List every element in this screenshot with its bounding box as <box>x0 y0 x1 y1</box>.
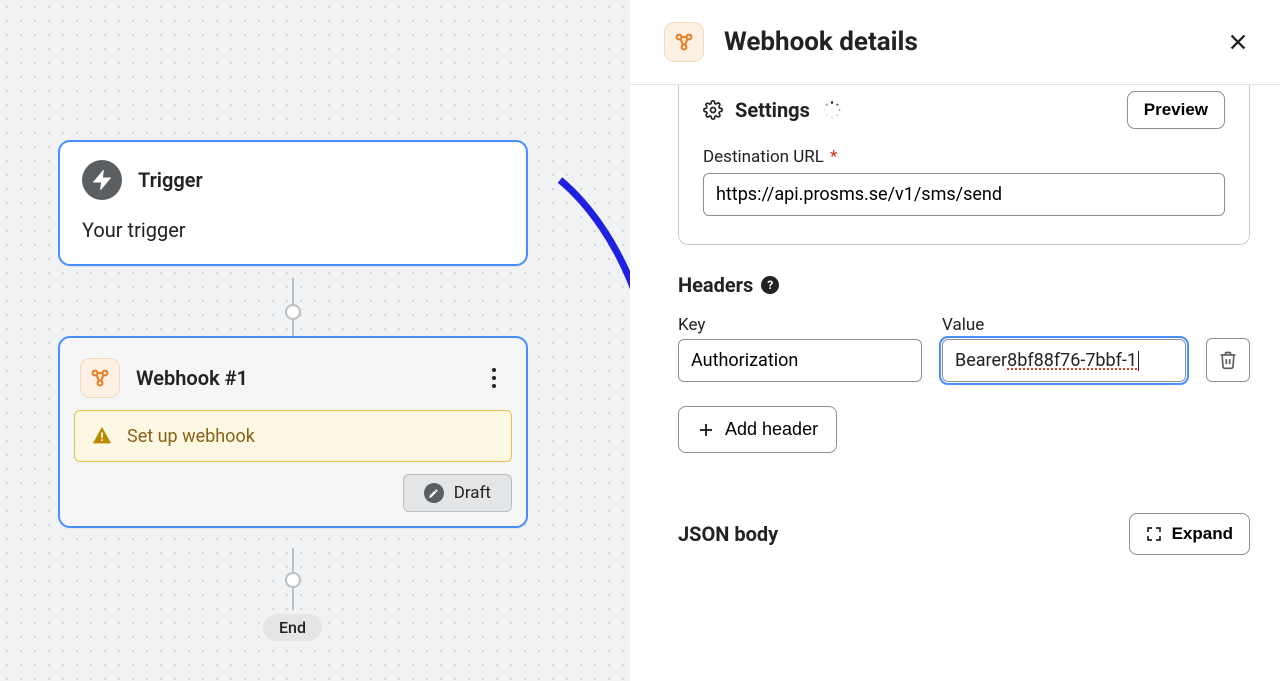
warning-icon <box>91 425 113 447</box>
loading-icon <box>822 100 842 120</box>
plus-icon <box>697 421 715 439</box>
webhook-node[interactable]: Webhook #1 Set up webhook Draft <box>58 336 528 528</box>
delete-header-button[interactable] <box>1206 338 1250 382</box>
headers-heading: Headers <box>678 273 753 297</box>
help-icon[interactable]: ? <box>761 276 779 294</box>
trash-icon <box>1218 350 1238 370</box>
webhook-title: Webhook #1 <box>136 366 248 390</box>
header-key-input[interactable] <box>678 339 922 382</box>
destination-url-input[interactable] <box>703 173 1225 216</box>
flow-canvas[interactable]: Trigger Your trigger Webhook #1 <box>0 0 630 681</box>
panel-title: Webhook details <box>724 27 918 57</box>
json-body-heading: JSON body <box>678 522 778 546</box>
webhook-icon <box>664 22 704 62</box>
expand-button[interactable]: Expand <box>1129 513 1250 555</box>
trigger-subtitle: Your trigger <box>82 218 504 242</box>
lightning-icon <box>82 160 122 200</box>
pencil-icon <box>424 483 444 503</box>
preview-button[interactable]: Preview <box>1127 91 1225 129</box>
expand-icon <box>1146 526 1162 542</box>
kebab-menu-icon[interactable] <box>482 364 506 392</box>
setup-warning: Set up webhook <box>74 410 512 462</box>
destination-url-label: Destination URL* <box>703 147 1225 167</box>
warning-text: Set up webhook <box>127 426 255 447</box>
gear-icon <box>703 100 723 120</box>
connector-dot <box>285 304 301 320</box>
draft-label: Draft <box>454 483 491 503</box>
end-pill: End <box>263 614 322 641</box>
trigger-node[interactable]: Trigger Your trigger <box>58 140 528 266</box>
webhook-details-panel: Webhook details Settings <box>630 0 1280 681</box>
header-key-label: Key <box>678 315 922 335</box>
webhook-icon <box>80 358 120 398</box>
settings-heading: Settings <box>735 98 810 122</box>
draft-badge: Draft <box>403 474 512 512</box>
close-button[interactable] <box>1224 28 1252 56</box>
trigger-title: Trigger <box>138 168 203 192</box>
add-header-button[interactable]: Add header <box>678 406 837 453</box>
connector-dot <box>285 572 301 588</box>
header-value-label: Value <box>942 315 1186 335</box>
header-value-input[interactable]: Bearer 8bf88f76-7bbf-1 <box>942 339 1186 382</box>
